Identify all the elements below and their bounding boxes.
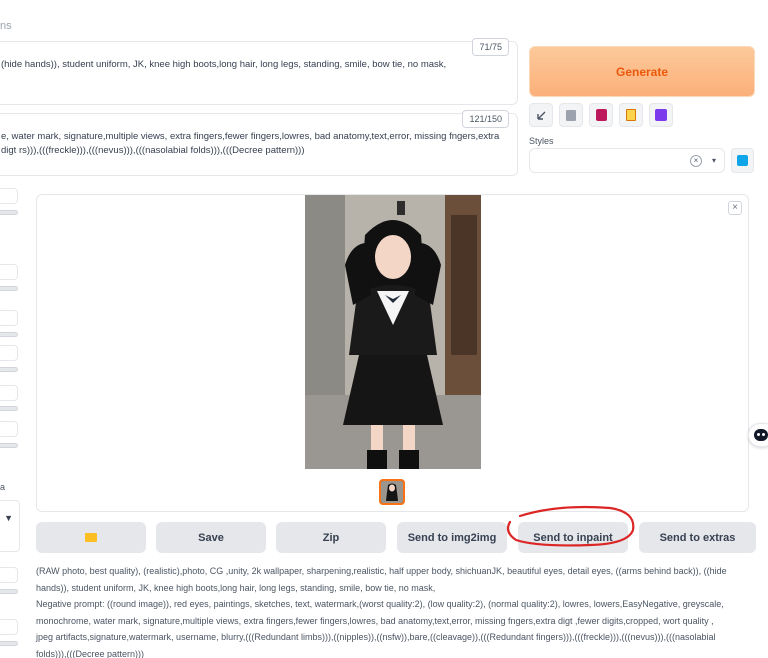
clear-styles-icon[interactable]: × <box>690 155 702 167</box>
generation-info: (RAW photo, best quality), (realistic),p… <box>36 563 756 658</box>
setting-label: a <box>0 482 6 492</box>
arrow-icon <box>536 111 545 120</box>
prompt-text: (hide hands)), student uniform, JK, knee… <box>1 59 447 70</box>
pink-book-icon <box>595 109 607 121</box>
setting-slider[interactable] <box>0 443 18 448</box>
gallery-actions: Save Zip Send to img2img Send to inpaint… <box>36 522 756 553</box>
styles-dropdown[interactable]: × ▾ <box>529 148 725 173</box>
setting-slider[interactable] <box>0 641 18 646</box>
setting-input[interactable] <box>0 345 18 361</box>
info-line: folds))),(((Decree pattern))) <box>36 648 145 658</box>
info-line: Negative prompt: ((round image)), red ey… <box>36 599 724 609</box>
info-line: monochrome, water mark, signature,multip… <box>36 615 714 626</box>
refresh-icon <box>737 155 748 166</box>
assistant-bubble[interactable] <box>748 423 768 447</box>
setting-input[interactable] <box>0 421 18 437</box>
send-to-extras-button[interactable]: Send to extras <box>639 522 756 553</box>
info-line: hands)), student uniform, JK, knee high … <box>36 582 436 593</box>
setting-input[interactable] <box>0 188 18 204</box>
generate-button[interactable]: Generate <box>529 46 755 97</box>
styles-label: Styles <box>529 136 554 146</box>
send-to-img2img-button[interactable]: Send to img2img <box>397 522 507 553</box>
clipboard-icon <box>626 109 636 121</box>
close-icon[interactable]: × <box>728 201 742 215</box>
assistant-icon <box>754 429 768 441</box>
save-style-button[interactable] <box>649 103 673 127</box>
generated-photo <box>305 195 481 469</box>
prompt-token-counter: 71/75 <box>472 38 509 56</box>
negative-token-counter: 121/150 <box>462 110 509 128</box>
thumbnail-photo <box>381 481 403 503</box>
setting-slider[interactable] <box>0 286 18 291</box>
save-button[interactable]: Save <box>156 522 266 553</box>
setting-slider[interactable] <box>0 589 18 594</box>
tool-buttons <box>529 103 673 127</box>
setting-slider[interactable] <box>0 406 18 411</box>
red-circle-annotation <box>506 505 635 547</box>
trash-icon <box>566 109 576 121</box>
chevron-down-icon: ▾ <box>711 156 716 165</box>
open-folder-button[interactable] <box>36 522 146 553</box>
zip-button[interactable]: Zip <box>276 522 386 553</box>
clear-prompt-button[interactable] <box>559 103 583 127</box>
negative-prompt-textarea[interactable]: 121/150 e, water mark, signature,multipl… <box>0 110 518 176</box>
negative-prompt-text: e, water mark, signature,multiple views,… <box>1 131 500 156</box>
generated-image[interactable] <box>305 195 481 469</box>
setting-slider[interactable] <box>0 210 18 215</box>
setting-input[interactable] <box>0 310 18 326</box>
save-disk-icon <box>655 109 667 121</box>
setting-input[interactable] <box>0 385 18 401</box>
caret-down-icon: ▼ <box>4 513 13 523</box>
setting-input[interactable] <box>0 567 18 583</box>
folder-icon <box>85 533 97 542</box>
apply-style-button[interactable] <box>619 103 643 127</box>
extra-networks-button[interactable] <box>589 103 613 127</box>
info-line: (RAW photo, best quality), (realistic),p… <box>36 566 727 576</box>
setting-dropdown[interactable]: ▼ <box>0 500 20 552</box>
info-line: jpeg artifacts,signature,watermark, user… <box>36 632 716 642</box>
setting-input[interactable] <box>0 264 18 280</box>
tab-label[interactable]: ns <box>0 20 12 32</box>
webui-root: ns 71/75 (hide hands)), student uniform,… <box>0 0 768 658</box>
setting-input[interactable] <box>0 619 18 635</box>
read-params-button[interactable] <box>529 103 553 127</box>
gallery-thumbnail[interactable] <box>379 479 405 505</box>
setting-slider[interactable] <box>0 367 18 372</box>
output-gallery: × <box>36 194 749 512</box>
prompt-textarea[interactable]: 71/75 (hide hands)), student uniform, JK… <box>0 38 518 105</box>
setting-slider[interactable] <box>0 332 18 337</box>
refresh-styles-button[interactable] <box>731 148 754 173</box>
